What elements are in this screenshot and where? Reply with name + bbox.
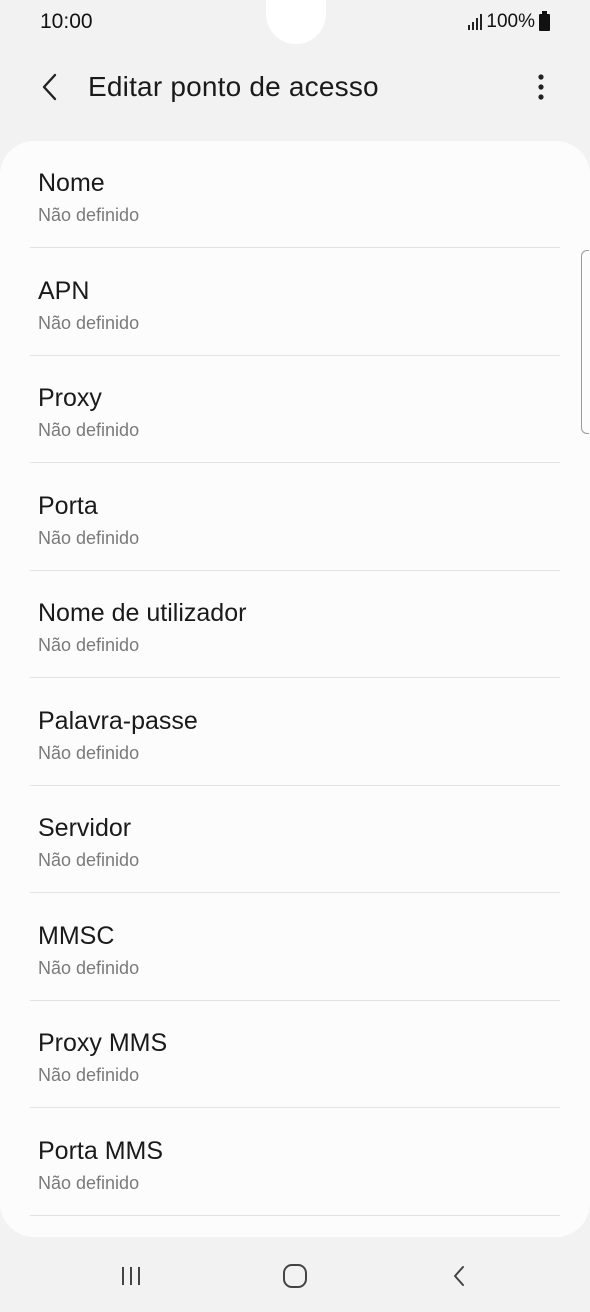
setting-title: Palavra-passe: [38, 707, 198, 735]
battery-percent: 100%: [486, 11, 535, 32]
recents-button[interactable]: [91, 1254, 171, 1298]
setting-title: Proxy MMS: [38, 1029, 168, 1057]
divider: [30, 462, 560, 463]
setting-summary: Não definido: [38, 420, 140, 440]
divider: [30, 677, 560, 678]
setting-summary: Não definido: [38, 528, 140, 548]
setting-title: Nome: [38, 169, 105, 197]
battery-icon: [539, 10, 550, 31]
setting-summary: Não definido: [38, 1173, 140, 1193]
setting-item-mms-port[interactable]: Porta MMS Não definido: [30, 1109, 560, 1216]
divider: [30, 1107, 560, 1108]
more-options-button[interactable]: [526, 67, 556, 107]
setting-title: Porta: [38, 492, 98, 520]
home-button[interactable]: [255, 1254, 335, 1298]
setting-summary: Não definido: [38, 850, 140, 870]
setting-summary: Não definido: [38, 743, 140, 763]
signal-icon: [468, 14, 483, 30]
setting-item-porta[interactable]: Porta Não definido: [30, 464, 560, 571]
setting-title: Nome de utilizador: [38, 599, 247, 627]
divider: [30, 1215, 560, 1216]
status-time: 10:00: [40, 10, 93, 33]
nav-back-button[interactable]: [419, 1254, 499, 1298]
setting-item-proxy[interactable]: Proxy Não definido: [30, 356, 560, 463]
camera-notch: [266, 0, 326, 44]
scrollbar[interactable]: [581, 250, 589, 434]
status-bar: 10:00 100%: [0, 0, 590, 44]
divider: [30, 892, 560, 893]
recents-icon: [122, 1267, 140, 1285]
back-button[interactable]: [30, 67, 70, 107]
divider: [30, 247, 560, 248]
setting-item-username[interactable]: Nome de utilizador Não definido: [30, 571, 560, 678]
setting-title: Servidor: [38, 814, 132, 842]
setting-item-mmsc[interactable]: MMSC Não definido: [30, 894, 560, 1001]
setting-title: Porta MMS: [38, 1137, 164, 1165]
setting-summary: Não definido: [38, 1065, 140, 1085]
setting-item-password[interactable]: Palavra-passe Não definido: [30, 679, 560, 786]
chevron-left-icon: [42, 73, 57, 101]
back-icon: [454, 1266, 464, 1286]
more-vertical-icon: [538, 74, 544, 100]
status-indicators: 100%: [468, 10, 550, 34]
app-bar: Editar ponto de acesso: [0, 55, 590, 119]
setting-summary: Não definido: [38, 205, 140, 225]
settings-list: Nome Não definido APN Não definido Proxy…: [0, 141, 590, 1237]
home-icon: [283, 1264, 307, 1288]
setting-item-apn[interactable]: APN Não definido: [30, 249, 560, 356]
setting-summary: Não definido: [38, 958, 140, 978]
setting-item-nome[interactable]: Nome Não definido: [30, 141, 560, 248]
setting-title: Proxy: [38, 384, 102, 412]
setting-title: MMSC: [38, 922, 115, 950]
setting-summary: Não definido: [38, 313, 140, 333]
setting-item-server[interactable]: Servidor Não definido: [30, 786, 560, 893]
navigation-bar: [0, 1240, 590, 1312]
page-title: Editar ponto de acesso: [88, 71, 379, 102]
setting-item-mms-proxy[interactable]: Proxy MMS Não definido: [30, 1001, 560, 1108]
setting-summary: Não definido: [38, 635, 140, 655]
setting-title: APN: [38, 277, 90, 305]
